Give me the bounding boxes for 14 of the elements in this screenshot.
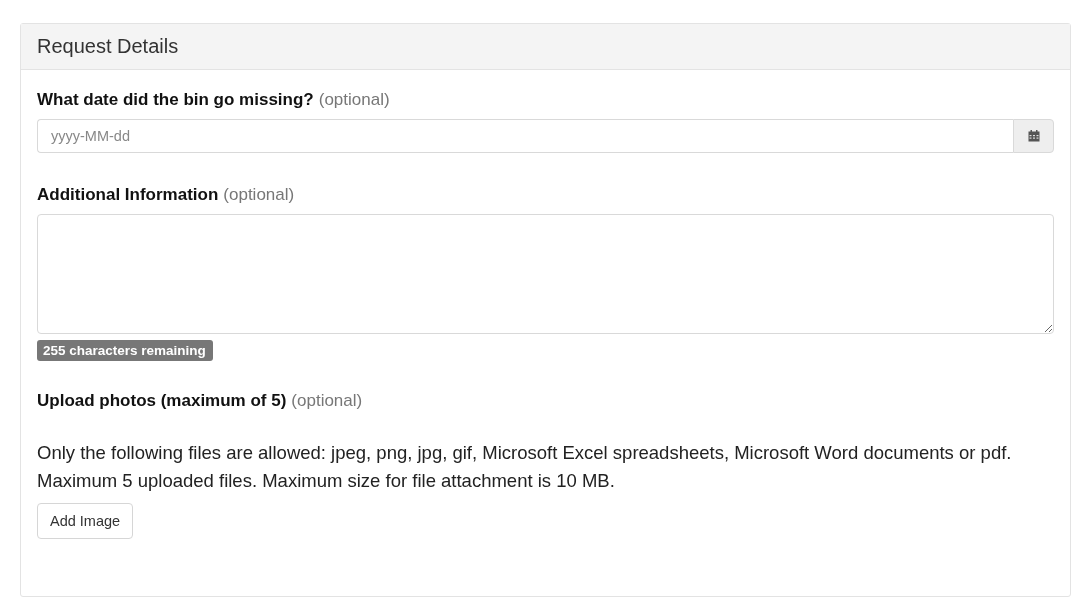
field-label: Additional Information (37, 185, 219, 204)
additional-information-field[interactable] (37, 214, 1054, 334)
field-label: What date did the bin go missing? (37, 90, 314, 109)
allowed-files-description: Only the following files are allowed: jpeg, png, jpg, gif, Microsoft Excel spreadsheets, Microsoft Word documents or pdf. Maximum 5 uploaded files. Maximum size for file attachment is 10 MB. (37, 441, 1013, 493)
optional-hint: (optional) (291, 391, 363, 410)
calendar-icon (1027, 130, 1040, 142)
optional-hint: (optional) (318, 90, 390, 109)
characters-remaining-badge: 255 characters remaining (37, 340, 213, 361)
add-image-button[interactable]: Add Image (37, 503, 134, 539)
optional-hint: (optional) (223, 185, 295, 204)
panel-title: Request Details (37, 35, 179, 58)
field-label: Upload photos (maximum of 5) (37, 391, 287, 410)
calendar-button[interactable] (1013, 119, 1054, 153)
date-input-field[interactable]: yyyy-MM-dd (37, 119, 1013, 153)
